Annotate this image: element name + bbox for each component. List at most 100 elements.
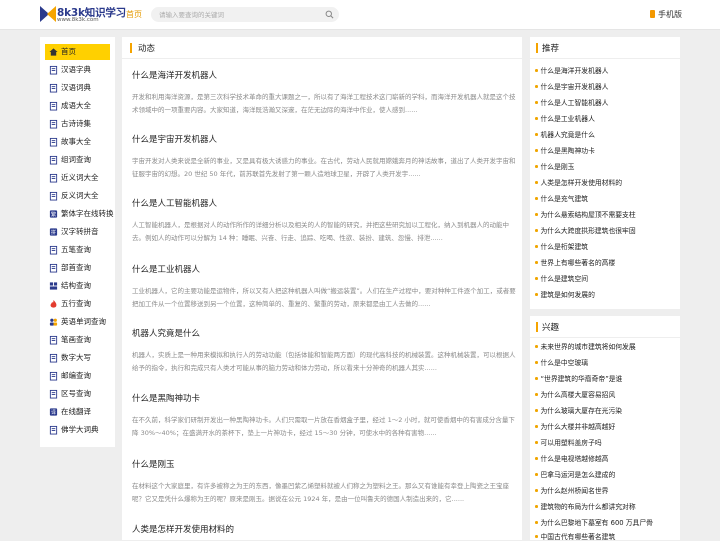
sidebar-item-label: 笔画查询 (61, 335, 91, 344)
sidebar-item-fanyi[interactable]: 译 在线翻译 (45, 404, 110, 420)
recommend-link-label: 人类是怎样开发使用材料的 (540, 179, 623, 187)
book-icon (49, 191, 58, 201)
interest-link[interactable]: 什么是电视塔越修越高 (535, 453, 677, 463)
interest-link-label: 为什么大楼并非越高越好 (540, 423, 616, 431)
sidebar-item-label: 结构查询 (61, 281, 91, 290)
article-summary: 工业机器人，它的主要功能是运物件，所以又有人把这种机器人叫做“搬运装置”。人们在… (132, 287, 516, 308)
search-input[interactable] (159, 7, 319, 22)
recommend-link[interactable]: 世界上有哪些著名的高楼 (535, 257, 677, 267)
interest-link[interactable]: 为什么高楼大厦容易招风 (535, 389, 677, 399)
bullet-icon (535, 117, 538, 120)
interest-link[interactable]: 为什么巴黎地下墓室有 600 万具尸骨 (535, 517, 677, 527)
people-icon (49, 318, 58, 326)
interest-link[interactable]: 为什么玻璃大厦存在光污染 (535, 405, 677, 415)
bullet-icon (535, 245, 538, 248)
sidebar-item-jinyici[interactable]: 近义词大全 (45, 170, 110, 186)
interest-link[interactable]: 巴拿马运河是怎么建成的 (535, 469, 677, 479)
svg-text:繁: 繁 (51, 210, 57, 218)
sidebar-item-fanyici[interactable]: 反义词大全 (45, 188, 110, 204)
interest-link[interactable]: 什么是中空玻璃 (535, 357, 677, 367)
structure-icon (49, 282, 58, 290)
bullet-icon (535, 293, 538, 296)
sidebar-item-gushi-daquan[interactable]: 故事大全 (45, 134, 110, 150)
recommend-link[interactable]: 什么是人工智能机器人 (535, 97, 677, 107)
recommend-link[interactable]: 什么是充气建筑 (535, 193, 677, 203)
article-title-link[interactable]: 什么是宇宙开发机器人 (132, 133, 516, 145)
interest-link[interactable]: “世界建筑的华裔奇帝”是谁 (535, 373, 677, 383)
article-title-link[interactable]: 机器人究竟是什么 (132, 327, 516, 339)
article-title-link[interactable]: 什么是人工智能机器人 (132, 197, 516, 209)
sidebar-item-shuzi[interactable]: 数字大写 (45, 350, 110, 366)
nav-home-link[interactable]: 首页 (126, 9, 142, 20)
sidebar-item-bihua[interactable]: 笔画查询 (45, 332, 110, 348)
mobile-version-link[interactable]: 手机版 (650, 9, 682, 20)
sidebar-item-gushi[interactable]: 古诗诗集 (45, 116, 110, 132)
sidebar-item-bushou[interactable]: 部首查询 (45, 260, 110, 276)
sidebar-item-label: 故事大全 (61, 137, 91, 146)
translate-icon: 译 (49, 408, 58, 416)
recommend-title: 推荐 (542, 44, 560, 54)
article-title-link[interactable]: 什么是工业机器人 (132, 263, 516, 275)
recommend-link[interactable]: 什么是黑陶神功卡 (535, 145, 677, 155)
article-item: 人类是怎样开发使用材料的 (132, 523, 516, 535)
article-item: 什么是海洋开发机器人 开发和利用海洋资源，是第三次科学技术革命的重大课题之一，所… (132, 69, 516, 117)
heading-accent-bar (536, 322, 538, 332)
article-item: 什么是宇宙开发机器人 宇宙开发对人类来说是全新的事业，又是具有极大诱惑力的事业。… (132, 133, 516, 181)
recommend-link[interactable]: 什么是宇宙开发机器人 (535, 81, 677, 91)
recommend-link[interactable]: 什么是桁架建筑 (535, 241, 677, 251)
sidebar-item-quhao[interactable]: 区号查询 (45, 386, 110, 402)
recommend-link[interactable]: 机器人究竟是什么 (535, 129, 677, 139)
sidebar-item-zuci[interactable]: 组词查询 (45, 152, 110, 168)
sidebar-item-chengyu[interactable]: 成语大全 (45, 98, 110, 114)
article-title-link[interactable]: 什么是黑陶神功卡 (132, 392, 516, 404)
article-item: 什么是刚玉 在材料这个大家庭里，有许多被称之为王的东西，像墨凹紫乙烯塑料就被人们… (132, 458, 516, 506)
recommend-link[interactable]: 建筑是如何发展的 (535, 289, 677, 299)
interest-link[interactable]: 为什么赵州桥闻名世界 (535, 485, 677, 495)
article-title-link[interactable]: 什么是海洋开发机器人 (132, 69, 516, 81)
recommend-link[interactable]: 为什么大跨度拱形建筑也很牢固 (535, 225, 677, 235)
article-title-link[interactable]: 人类是怎样开发使用材料的 (132, 523, 516, 535)
home-icon (49, 48, 58, 56)
sidebar-item-jiegou[interactable]: 结构查询 (45, 278, 110, 294)
sidebar-item-youbian[interactable]: 邮编查询 (45, 368, 110, 384)
news-feed: 动态 什么是海洋开发机器人 开发和利用海洋资源，是第三次科学技术革命的重大课题之… (122, 37, 522, 540)
recommend-link[interactable]: 什么是刚玉 (535, 161, 677, 171)
sidebar-item-label: 汉字转拼音 (61, 227, 99, 236)
recommend-link[interactable]: 什么是海洋开发机器人 (535, 65, 677, 75)
sidebar-item-hanyu-cidian[interactable]: 汉语词典 (45, 80, 110, 96)
recommend-link-label: 为什么大跨度拱形建筑也很牢固 (540, 227, 636, 235)
interest-link-label: 为什么高楼大厦容易招风 (540, 391, 616, 399)
interest-link-label: 未来世界的城市建筑将如何发展 (540, 343, 636, 351)
bullet-icon (535, 277, 538, 280)
sidebar-item-foxue[interactable]: 佛学大词典 (45, 422, 110, 438)
sidebar-item-wubi[interactable]: 五笔查询 (45, 242, 110, 258)
sidebar-item-label: 古诗诗集 (61, 119, 91, 128)
search-icon[interactable] (325, 10, 334, 19)
sidebar-item-home[interactable]: 首页 (45, 44, 110, 60)
bullet-icon (535, 69, 538, 72)
bullet-icon (535, 393, 538, 396)
bullet-icon (535, 197, 538, 200)
recommend-link[interactable]: 为什么悬索结构屋顶不需要支柱 (535, 209, 677, 219)
svg-text:译: 译 (51, 409, 56, 416)
sidebar-item-hanyu-zidian[interactable]: 汉语字典 (45, 62, 110, 78)
interest-link[interactable]: 为什么大楼并非越高越好 (535, 421, 677, 431)
interest-link[interactable]: 未来世界的城市建筑将如何发展 (535, 341, 677, 351)
interest-link[interactable]: 可以用塑料盖房子吗 (535, 437, 677, 447)
recommend-link[interactable]: 什么是建筑空间 (535, 273, 677, 283)
sidebar-item-wuxing[interactable]: 五行查询 (45, 296, 110, 312)
convert-icon: 繁 (49, 210, 58, 218)
sidebar-item-fanti[interactable]: 繁 繁体字在线转换 (45, 206, 114, 222)
recommend-link[interactable]: 人类是怎样开发使用材料的 (535, 177, 677, 187)
article-summary: 人工智能机器人，是根据对人的动作所作的详细分析以及相关的人的智能的研究，并把这些… (132, 221, 509, 242)
article-title-link[interactable]: 什么是刚玉 (132, 458, 516, 470)
bullet-icon (535, 505, 538, 508)
interest-link[interactable]: 建筑物的布局为什么都讲究对称 (535, 501, 677, 511)
sidebar-item-english[interactable]: 英语单词查询 (45, 314, 110, 330)
recommend-link[interactable]: 什么是工业机器人 (535, 113, 677, 123)
site-logo[interactable]: 8k3k知识学习 www.8k3k.com (40, 5, 126, 25)
fire-icon (50, 299, 57, 308)
recommend-link-label: 机器人究竟是什么 (540, 131, 595, 139)
sidebar-item-pinyin[interactable]: 拼 汉字转拼音 (45, 224, 110, 240)
article-item: 什么是黑陶神功卡 在不久前，科学家们研制开发出一种黑陶神功卡。人们只需取一片放在… (132, 392, 516, 440)
